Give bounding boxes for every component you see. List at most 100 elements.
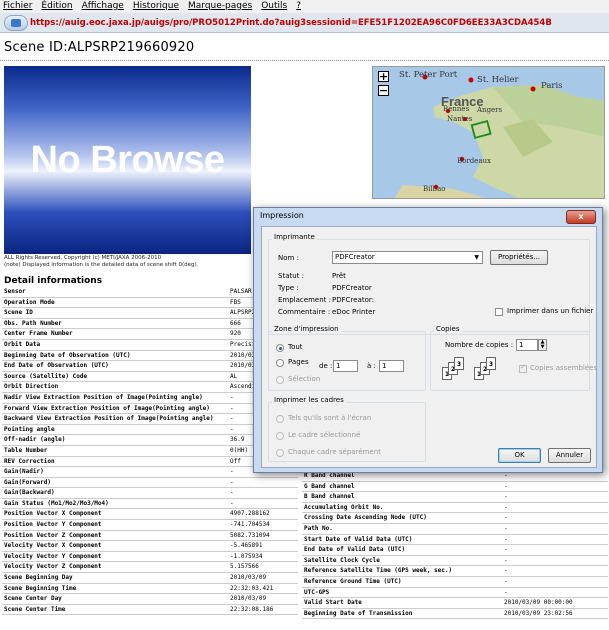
all-radio[interactable] [276, 344, 284, 352]
row-value: 22:32:08.186 [228, 604, 298, 616]
menu-fichier[interactable]: Fichier [3, 1, 32, 11]
row-value: - [228, 477, 298, 489]
map-label-rennes: Rennes [443, 105, 470, 113]
scene-location-map[interactable]: St. Peter Port St. Helier Paris France R… [372, 66, 605, 199]
row-value: 2010/03/09 23:02:56 [502, 608, 608, 620]
site-identity-icon[interactable] [4, 15, 28, 31]
row-value: 2010/03/09 00:00:00 [502, 597, 608, 609]
printer-select[interactable]: PDFCreator ▼ [332, 251, 483, 264]
frames-selected-label: Le cadre sélectionné [288, 431, 361, 439]
menu-outils[interactable]: Outils [261, 1, 287, 11]
row-label: Obs. Path Number [2, 318, 228, 330]
selection-label: Sélection [288, 375, 321, 383]
row-label: Reference Satellite Time (GPS week, sec.… [302, 565, 502, 577]
row-value: 2010/03/09 [228, 572, 298, 584]
url-field[interactable]: https://auig.eoc.jaxa.jp/auigs/pro/PRO50… [30, 16, 552, 30]
table-row: Scene Center Day 2010/03/09 [2, 593, 298, 605]
row-value: - [502, 502, 608, 514]
table-row: Reference Ground Time (UTC) - [302, 576, 608, 588]
menu-historique[interactable]: Historique [133, 1, 179, 11]
row-label: Gain(Backward) [2, 487, 228, 499]
printer-select-value: PDFCreator [335, 253, 375, 261]
row-label: Velocity Vector Z Component [2, 561, 228, 574]
row-value: - [502, 481, 608, 493]
table-row: Position Vector Z Component 5082.731094 [2, 530, 298, 542]
table-row: Velocity Vector Z Component 5.157566 [2, 561, 298, 574]
frames-selected-radio[interactable] [276, 432, 284, 440]
selection-radio[interactable] [276, 376, 284, 384]
row-label: Reference Ground Time (UTC) [302, 576, 502, 588]
table-row: Reference Satellite Time (GPS week, sec.… [302, 565, 608, 577]
row-label: Gain Status (Mo1/Mo2/Mo3/Mo4) [2, 498, 228, 510]
menu-edition[interactable]: Édition [41, 1, 72, 11]
row-label: Scene Beginning Time [2, 583, 228, 595]
map-label-nantes: Nantes [447, 115, 473, 123]
zoom-in-button[interactable]: + [378, 71, 389, 82]
row-label: Position Vector Z Component [2, 530, 228, 542]
table-row: Velocity Vector X Component -5.465891 [2, 540, 298, 552]
map-label-bilbao: Bilbao [423, 185, 446, 193]
location-value: PDFCreator: [332, 296, 374, 304]
row-label: Beginning Date of Transmission [302, 608, 502, 620]
menu-affichage[interactable]: Affichage [82, 1, 124, 11]
row-label: End Date of Valid Data (UTC) [302, 544, 502, 556]
close-button[interactable]: x [566, 210, 596, 224]
frames-separately-label: Chaque cadre séparément [288, 448, 381, 456]
row-label: Accumulating Orbit No. [302, 502, 502, 514]
copies-spinner[interactable]: ▲ ▼ [538, 339, 547, 351]
frames-as-shown-radio[interactable] [276, 415, 284, 423]
row-value: - [228, 487, 298, 499]
to-label: à : [367, 362, 376, 370]
row-value: 5.157566 [228, 561, 298, 574]
pages-label: Pages [288, 358, 309, 366]
frames-as-shown-label: Tels qu'ils sont à l'écran [288, 414, 372, 422]
from-page-input[interactable]: 1 [333, 360, 358, 372]
zoom-out-button[interactable]: − [378, 85, 389, 96]
detail-table-right: R Band channel - G Band channel - B Band cha… [302, 471, 608, 620]
row-label: Forward View Extraction Position of Imag… [2, 403, 228, 415]
row-label: G Band channel [302, 481, 502, 493]
row-label: UTC-GPS [302, 587, 502, 599]
copies-label: Nombre de copies : [445, 341, 514, 349]
row-label: Scene Beginning Day [2, 572, 228, 584]
collate-checkbox[interactable] [519, 363, 527, 373]
name-label: Nom : [278, 254, 299, 262]
table-row: Accumulating Orbit No. - [302, 502, 608, 514]
table-row: Crossing Date Ascending Node (UTC) - [302, 512, 608, 524]
copies-input[interactable]: 1 [516, 339, 538, 351]
row-label: Position Vector Y Component [2, 519, 228, 531]
table-row: Satellite Clock Cycle - [302, 555, 608, 567]
menu-help[interactable]: ? [296, 1, 301, 11]
map-graphic [394, 74, 604, 198]
print-to-file-checkbox[interactable] [495, 308, 503, 316]
range-group-label: Zone d'impression [272, 325, 341, 333]
from-label: de : [319, 362, 333, 370]
row-label: Path No. [302, 523, 502, 535]
row-value: 2010/03/09 [228, 593, 298, 605]
divider [0, 60, 609, 61]
row-value: 5082.731094 [228, 530, 298, 542]
properties-button[interactable]: Propriétés... [490, 250, 548, 265]
row-value: - [502, 565, 608, 577]
frames-separately-radio[interactable] [276, 449, 284, 457]
table-row: Valid Start Date 2010/03/09 00:00:00 [302, 597, 608, 609]
collate-page-icon: 3 [486, 357, 496, 370]
pages-radio[interactable] [276, 359, 284, 367]
row-value: -741.704534 [228, 519, 298, 531]
row-value: - [502, 587, 608, 599]
chevron-down-icon: ▼ [474, 254, 479, 261]
collate-label: Copies assemblées [530, 364, 598, 372]
row-value: - [502, 555, 608, 567]
row-label: Satellite Clock Cycle [302, 555, 502, 567]
detail-heading: Detail informations [4, 276, 103, 286]
cancel-button[interactable]: Annuler [548, 448, 591, 463]
map-label-angers: Angers [477, 106, 503, 114]
map-label-bordeaux: Bordeaux [457, 157, 491, 165]
row-label: Sensor [2, 287, 228, 298]
table-row: Gain Status (Mo1/Mo2/Mo3/Mo4) - [2, 498, 298, 510]
to-page-input[interactable]: 1 [379, 360, 404, 372]
status-value: Prêt [332, 272, 346, 280]
ok-button[interactable]: OK [498, 448, 541, 463]
menu-marque-pages[interactable]: Marque-pages [188, 1, 252, 11]
row-label: Nadir View Extraction Position of Image(… [2, 392, 228, 404]
